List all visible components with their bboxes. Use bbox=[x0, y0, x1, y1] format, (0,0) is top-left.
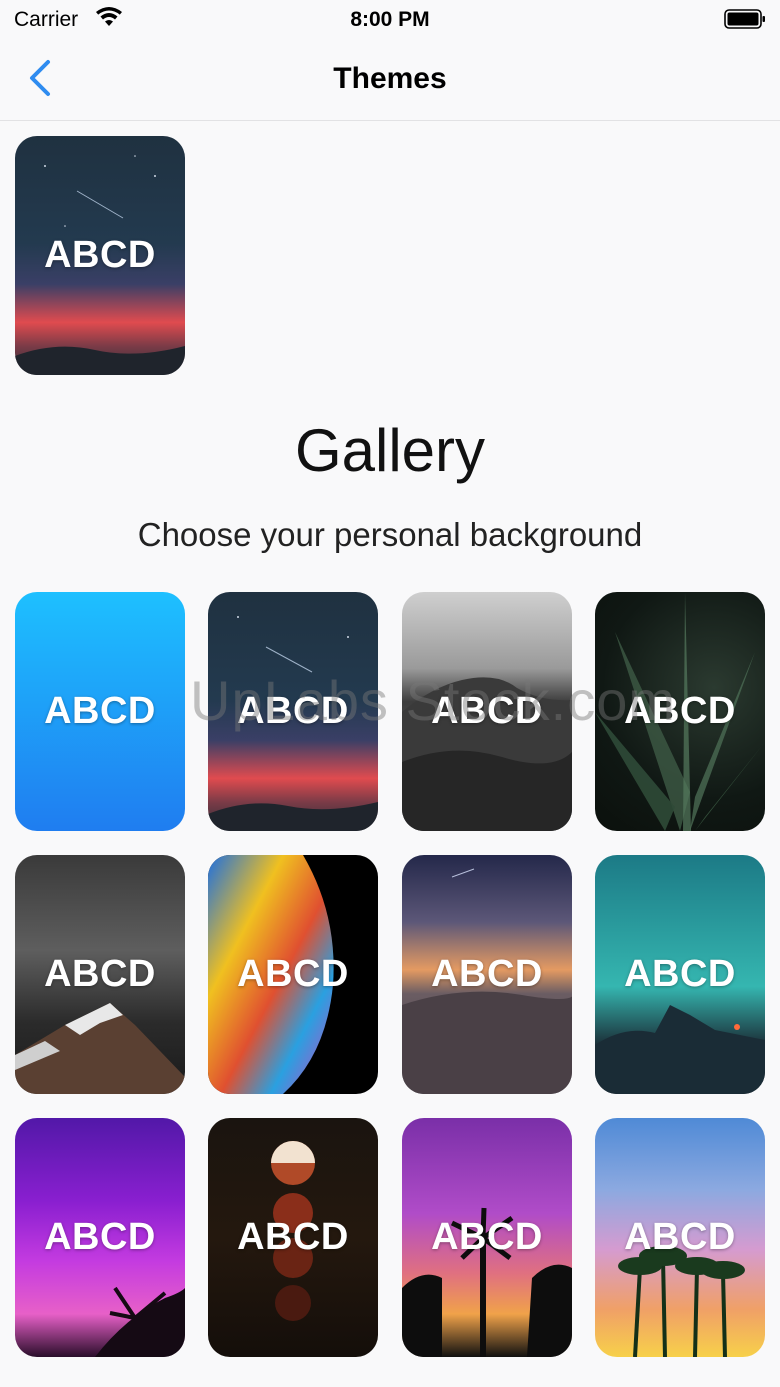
theme-card-desert-dunes[interactable]: ABCD bbox=[402, 855, 572, 1094]
theme-card-blue-gradient[interactable]: ABCD bbox=[15, 592, 185, 831]
theme-label: ABCD bbox=[431, 690, 543, 732]
theme-label: ABCD bbox=[237, 690, 349, 732]
theme-label: ABCD bbox=[431, 953, 543, 995]
theme-label: ABCD bbox=[237, 1216, 349, 1258]
theme-label: ABCD bbox=[431, 1216, 543, 1258]
theme-label: ABCD bbox=[624, 953, 736, 995]
theme-label: ABCD bbox=[44, 953, 156, 995]
gallery-title: Gallery bbox=[294, 417, 486, 484]
theme-label: ABCD bbox=[44, 234, 156, 276]
theme-card-palm-silhouette[interactable]: ABCD bbox=[402, 1118, 572, 1357]
theme-card-night-sky[interactable]: ABCD bbox=[208, 592, 378, 831]
theme-card-teal-night[interactable]: ABCD bbox=[595, 855, 765, 1094]
theme-card-lunar-eclipse[interactable]: ABCD bbox=[208, 1118, 378, 1357]
theme-label: ABCD bbox=[237, 953, 349, 995]
theme-card-snowy-peak[interactable]: ABCD bbox=[15, 855, 185, 1094]
theme-card-colorful-planet[interactable]: ABCD bbox=[208, 855, 378, 1094]
page-title: Themes bbox=[333, 62, 447, 95]
theme-card-purple-palm[interactable]: ABCD bbox=[15, 1118, 185, 1357]
gallery-subtitle: Choose your personal background bbox=[137, 516, 643, 553]
theme-label: ABCD bbox=[624, 1216, 736, 1258]
theme-card-rocky-coast[interactable]: ABCD bbox=[402, 592, 572, 831]
clock: 8:00 PM bbox=[350, 8, 430, 31]
theme-card-palm-sunset[interactable]: ABCD bbox=[595, 1118, 765, 1357]
theme-label: ABCD bbox=[44, 690, 156, 732]
theme-card-aloe-plant[interactable]: ABCD bbox=[595, 592, 765, 831]
theme-label: ABCD bbox=[44, 1216, 156, 1258]
battery-icon bbox=[724, 9, 765, 29]
selected-theme-preview[interactable]: ABCD bbox=[15, 136, 185, 375]
theme-label: ABCD bbox=[624, 690, 736, 732]
navigation-bar: Themes bbox=[0, 40, 780, 121]
status-bar: Carrier 8:00 PM bbox=[0, 0, 780, 40]
